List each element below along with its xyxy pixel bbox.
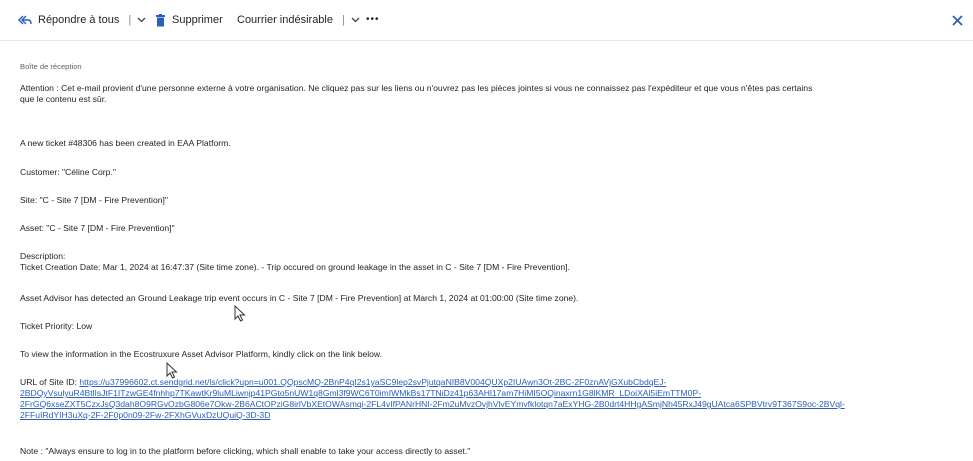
toolbar-separator: | <box>128 14 132 26</box>
mouse-cursor-icon <box>234 304 246 327</box>
external-warning: Attention : Cet e-mail provient d'une pe… <box>20 83 965 105</box>
delete-label: Supprimer <box>172 14 223 26</box>
chevron-down-icon[interactable] <box>351 17 360 23</box>
note-line: Note : "Always ensure to log in to the p… <box>20 446 471 456</box>
junk-button[interactable]: Courrier indésirable | <box>237 0 360 40</box>
folder-label: Boîte de réception <box>20 62 82 71</box>
close-button[interactable] <box>952 0 963 40</box>
view-info-line: To view the information in the Ecostruxu… <box>20 349 383 359</box>
site-url-link[interactable]: 2BDQyVsulyuR4BtlIsJtF1ITzwGE4fnhhp7TKawt… <box>20 388 701 398</box>
more-actions-label: ••• <box>366 14 380 25</box>
message-toolbar: Répondre à tous | Supprimer Courrier ind… <box>0 0 973 41</box>
description-text: Ticket Creation Date: Mar 1, 2024 at 16:… <box>20 262 570 272</box>
close-icon <box>952 14 963 26</box>
reply-all-label: Répondre à tous <box>38 14 120 26</box>
asset-line: Asset: "C - Site 7 [DM - Fire Prevention… <box>20 223 175 233</box>
delete-button[interactable]: Supprimer <box>155 0 223 40</box>
mouse-cursor-icon <box>166 361 178 384</box>
reply-all-icon <box>18 14 32 26</box>
advisor-line: Asset Advisor has detected an Ground Lea… <box>20 293 579 303</box>
url-label: URL of Site ID: <box>20 377 80 387</box>
customer-line: Customer: "Céline Corp." <box>20 167 116 177</box>
priority-line: Ticket Priority: Low <box>20 321 93 331</box>
url-block: URL of Site ID: https://u37996602.ct.sen… <box>20 377 970 421</box>
description-label: Description: <box>20 251 66 261</box>
ticket-created-line: A new ticket #48306 has been created in … <box>20 138 231 148</box>
toolbar-separator: | <box>342 14 345 26</box>
external-warning-line: Attention : Cet e-mail provient d'une pe… <box>20 83 813 93</box>
more-actions-button[interactable]: ••• <box>366 0 380 40</box>
chevron-down-icon[interactable] <box>137 17 146 23</box>
junk-label: Courrier indésirable <box>237 14 333 26</box>
description-block: Description: Ticket Creation Date: Mar 1… <box>20 251 965 273</box>
external-warning-line: que le contenu est sûr. <box>20 94 107 104</box>
site-line: Site: "C - Site 7 [DM - Fire Prevention]… <box>20 195 168 205</box>
site-url-link[interactable]: 2FrGQ6xseZXT5CzxJsQ3dah8O9RGvOzbG806e7Ok… <box>20 399 845 409</box>
site-url-link[interactable]: 2FFuIRdYIH3uXq-2F-2F0p0n09-2Fw-2FXhGVuxD… <box>20 410 270 420</box>
message-body: Boîte de réception Attention : Cet e-mai… <box>0 41 973 461</box>
reply-all-button[interactable]: Répondre à tous | <box>18 0 146 40</box>
trash-icon <box>155 13 166 27</box>
